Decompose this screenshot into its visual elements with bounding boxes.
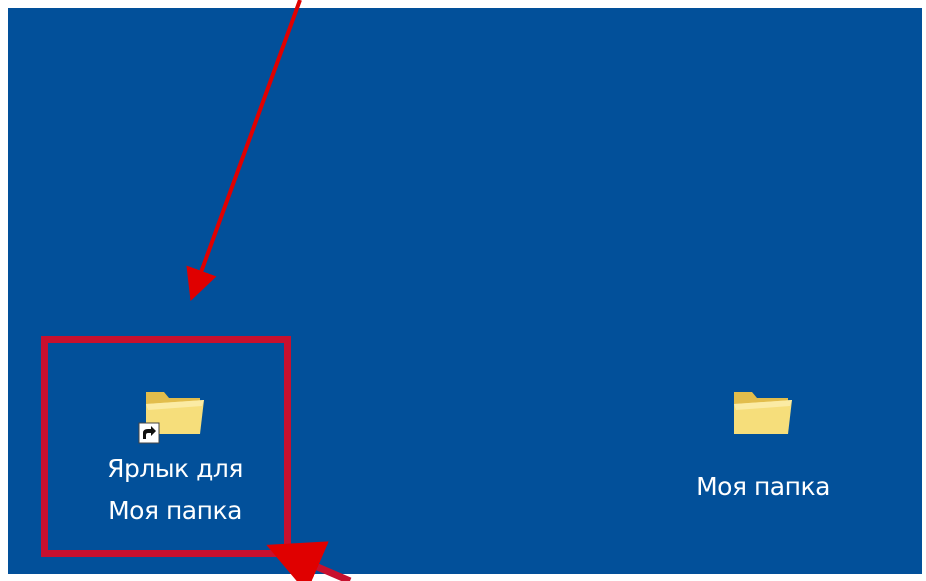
folder-label: Моя папка [696, 472, 830, 501]
screenshot-stage: Ярлык для Моя папка Моя папка [0, 0, 926, 581]
folder-icon [728, 382, 798, 444]
highlight-frame [41, 336, 291, 557]
folder-icon-item[interactable]: Моя папка [668, 382, 858, 504]
